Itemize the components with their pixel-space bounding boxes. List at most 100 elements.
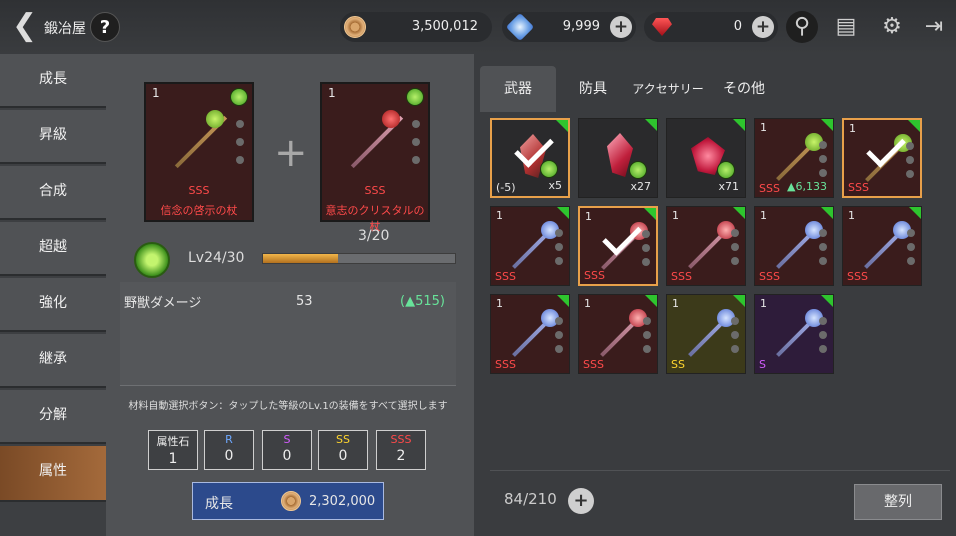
tab-armor[interactable]: 防具 [566,66,620,112]
book-icon[interactable]: ▤ [830,11,862,43]
slot-dot [236,156,244,164]
attribute-panel: 1 SSS 信念の啓示の杖 + 1 SSS 意志のクリスタルの杖 3/20 Lv… [106,54,474,536]
inventory-item[interactable]: 1S [754,294,834,374]
slot-dot [642,230,650,238]
slot-dot [555,345,563,353]
inventory-panel: 武器 防具 アクセサリー その他 x5 (-5) x27 x71 1 SSS ▲6,133 1… [474,54,956,536]
inventory-item[interactable]: 1 SSS [666,206,746,286]
item-count: 1 [585,210,592,223]
card-count: 1 [328,86,336,100]
grade-select-box[interactable]: 属性石 1 [148,430,198,470]
item-level: (-5) [496,181,516,194]
item-power-delta: ▲6,133 [787,180,827,193]
slot-dot [731,345,739,353]
inventory-item[interactable]: 1 SSS [578,206,658,286]
grade-count: 0 [282,448,292,464]
auto-select-note: 材料自動選択ボタン：タップした等級のLv.1の装備をすべて選択します [128,401,448,412]
slot-dot [555,331,563,339]
slot-dot [907,243,915,251]
sort-button[interactable]: 整列 [854,484,942,520]
sidebar-item-disassemble[interactable]: 分解 [0,390,106,444]
stat-value: 53 [296,294,313,309]
item-grade: SSS [847,270,868,283]
item-grade: SSS [495,358,516,371]
item-count: 1 [496,209,503,222]
item-grade: SS [671,358,685,371]
sidebar-item-transcend[interactable]: 超越 [0,222,106,276]
slot-dot [412,156,420,164]
item-count: 1 [848,209,855,222]
slot-dot [412,138,420,146]
slot-dot [555,229,563,237]
blue-gem-currency: 9,999 + [502,12,636,42]
inventory-item[interactable]: x27 [578,118,658,198]
grade-select-box[interactable]: SS 0 [318,430,368,470]
inventory-item[interactable]: 1 SSS [842,118,922,198]
help-button[interactable]: ? [90,12,120,42]
tab-accessory[interactable]: アクセサリー [626,66,710,112]
red-gem-amount: 0 [733,19,742,34]
top-bar: ❮ 鍛冶屋 ? 3,500,012 9,999 + 0 + ⚲ ▤ ⚙ ⇥ [0,0,956,54]
slot-dot [819,331,827,339]
inventory-item[interactable]: x71 [666,118,746,198]
level-text: Lv24/30 [188,250,245,266]
grow-cost: 2,302,000 [309,494,376,509]
inventory-item[interactable]: 1 SSS [842,206,922,286]
item-count: 1 [672,297,679,310]
inventory-item[interactable]: 1 SSS [490,206,570,286]
expand-inventory-button[interactable]: + [568,488,594,514]
grade-select-box[interactable]: SSS 2 [376,430,426,470]
card-name: 信念の啓示の杖 [160,204,238,217]
inventory-item[interactable]: 1 SS [666,294,746,374]
material-equipment-card[interactable]: 1 SSS 意志のクリスタルの杖 [320,82,430,233]
inventory-item[interactable]: 1 SSS ▲6,133 [754,118,834,198]
slot-dot [643,331,651,339]
new-tag-icon [909,207,921,219]
staff-head-icon [206,110,224,128]
sidebar-item-combine[interactable]: 合成 [0,166,106,220]
sidebar-item-growth[interactable]: 成長 [0,54,106,108]
slot-dot [412,120,420,128]
grade-label: SSS [390,433,412,446]
tab-weapon[interactable]: 武器 [480,66,556,112]
gear-icon[interactable]: ⚙ [876,11,908,43]
stat-label: 野獣ダメージ [124,296,202,311]
new-tag-icon [556,120,568,132]
item-grade: SSS [759,182,780,195]
sidebar-item-attribute[interactable]: 属性 [0,446,106,502]
sidebar-item-inherit[interactable]: 継承 [0,334,106,388]
item-count: 1 [760,121,767,134]
sidebar-item-promote[interactable]: 昇級 [0,110,106,164]
new-tag-icon [645,119,657,131]
slot-dot [819,345,827,353]
inventory-count: 84/210 [504,490,557,508]
slot-dot [555,257,563,265]
exit-icon[interactable]: ⇥ [918,11,950,43]
grow-button[interactable]: 成長 2,302,000 [192,482,384,520]
main-equipment-card[interactable]: 1 SSS 信念の啓示の杖 [144,82,254,222]
new-tag-icon [644,208,656,220]
grade-select-box[interactable]: R0 [204,430,254,470]
inventory-item[interactable]: x5 (-5) [490,118,570,198]
add-red-gem-button[interactable]: + [752,16,774,38]
element-badge-icon [540,160,558,178]
grade-select-box[interactable]: S0 [262,430,312,470]
slot-dot [642,244,650,252]
element-badge-icon [406,88,424,106]
grade-count: 0 [224,448,234,464]
sidebar-item-enhance[interactable]: 強化 [0,278,106,332]
tab-other[interactable]: その他 [714,66,774,112]
add-blue-gem-button[interactable]: + [610,16,632,38]
item-grade: S [759,358,766,371]
slot-dot [819,141,827,149]
new-tag-icon [821,207,833,219]
red-gem-icon [652,18,672,36]
blue-gem-icon [505,12,535,42]
inventory-item[interactable]: 1 SSS [578,294,658,374]
inventory-item[interactable]: 1 SSS [754,206,834,286]
item-stack-count: x5 [548,179,562,192]
search-icon[interactable]: ⚲ [786,11,818,43]
back-arrow-icon[interactable]: ❮ [12,11,37,42]
grade-count: 2 [396,448,406,464]
inventory-item[interactable]: 1 SSS [490,294,570,374]
